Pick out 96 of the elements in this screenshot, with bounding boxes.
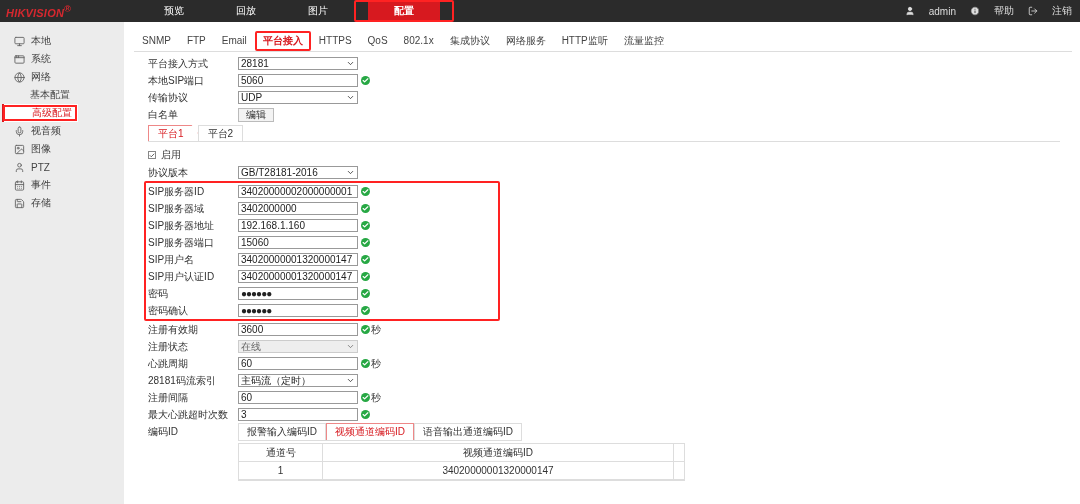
input-field[interactable]: 3600 [238,323,358,336]
edit-button[interactable]: 编辑 [238,107,274,122]
select-field[interactable]: UDP [238,91,358,104]
input-field[interactable]: 15060 [238,236,358,249]
settings-tab[interactable]: 集成协议 [441,30,498,51]
field-label: 心跳周期 [148,356,189,371]
settings-tab[interactable]: HTTP监听 [553,30,616,51]
help-link[interactable]: 帮助 [994,4,1014,18]
sidebar-item[interactable]: 事件 [0,176,124,194]
input-field[interactable]: 3 [238,408,358,421]
sidebar-item[interactable]: 系统 [0,50,124,68]
field-label: SIP服务器ID [148,184,206,199]
field-label: 白名单 [148,107,179,122]
input-field[interactable]: 60 [238,391,358,404]
input-field[interactable]: 5060 [238,74,358,87]
chevron-down-icon [346,59,355,68]
field-label: 注册状态 [148,339,189,354]
code-tab[interactable]: 报警输入编码ID [238,422,326,440]
sidebar-item[interactable]: 存储 [0,194,124,212]
settings-tab[interactable]: 平台接入 [254,30,311,51]
input-field[interactable]: 192.168.1.160 [238,219,358,232]
user-name: admin [928,5,956,17]
field-label: SIP用户认证ID [148,269,216,284]
nav-tab[interactable]: 回放 [210,0,282,22]
calendar-icon [14,179,25,191]
settings-tab[interactable]: SNMP [134,30,179,51]
settings-tab[interactable]: 网络服务 [497,30,554,51]
code-tab[interactable]: 语音输出通道编码ID [414,422,522,440]
logout-link[interactable]: 注销 [1052,4,1072,18]
chevron-down-icon [346,93,355,102]
platform-tab[interactable]: 平台1 [148,125,198,141]
field-label: 28181码流索引 [148,373,217,388]
select-field[interactable]: 主码流（定时） [238,374,358,387]
field-label: 注册间隔 [148,390,189,405]
logout-icon[interactable] [1028,6,1038,16]
nav-tab[interactable]: 预览 [138,0,210,22]
sidebar-item[interactable]: PTZ [0,158,124,176]
password-field[interactable]: ●●●●●● [238,304,358,317]
user-icon [904,6,915,16]
chevron-down-icon [346,342,355,351]
settings-tab[interactable]: 802.1x [395,30,442,51]
settings-tab[interactable]: FTP [178,30,214,51]
select-field[interactable]: GB/T28181-2016 [238,166,358,179]
image-icon [14,143,25,155]
input-field[interactable]: 34020000001320000147 [238,253,358,266]
code-tab[interactable]: 视频通道编码ID [326,422,414,440]
nav-tab[interactable]: 图片 [282,0,354,22]
person-icon [14,161,25,173]
input-field[interactable]: 34020000001320000147 [238,270,358,283]
settings-tab[interactable]: HTTPS [310,30,360,51]
column-header: 通道号 [239,444,323,461]
window-icon [14,53,25,65]
unit-label: 秒 [371,390,381,405]
input-field[interactable]: 3402000000 [238,202,358,215]
checkbox-label: 启用 [161,148,181,162]
input-field[interactable]: 60 [238,357,358,370]
field-label: SIP服务器域 [148,201,206,216]
unit-label: 秒 [371,322,381,337]
field-label: 最大心跳超时次数 [148,407,229,422]
sidebar-item[interactable]: 视音频 [0,122,124,140]
field-label: 注册有效期 [148,322,199,337]
unit-label: 秒 [371,356,381,371]
sidebar-subitem[interactable]: 基本配置 [0,86,124,104]
field-label: 密码确认 [148,303,189,318]
chevron-down-icon [346,376,355,385]
sidebar-item[interactable]: 本地 [0,32,124,50]
platform-tab[interactable]: 平台2 [197,125,244,141]
logo: HIKVISION$^{®}$ [6,3,72,19]
sidebar-subitem[interactable]: 高级配置 [2,104,78,122]
settings-tab[interactable]: QoS [359,30,396,51]
field-label: SIP服务器端口 [148,235,216,250]
nav-tab[interactable]: 配置 [354,0,454,22]
field-label: 传输协议 [148,90,189,105]
chevron-down-icon [346,168,355,177]
settings-tab[interactable]: 流量监控 [615,30,672,51]
password-field[interactable]: ●●●●●● [238,287,358,300]
input-field[interactable]: 34020000002000000001 [238,185,358,198]
globe-icon [14,71,25,83]
select-field[interactable]: 28181 [238,57,358,70]
field-label: 协议版本 [148,165,189,180]
sidebar-item[interactable]: 网络 [0,68,124,86]
table-cell: 1 [239,462,323,479]
field-label: SIP用户名 [148,252,196,267]
sidebar-item[interactable]: 图像 [0,140,124,158]
field-label: 密码 [148,286,169,301]
table-cell: 34020000001320000147 [323,462,674,479]
settings-tab[interactable]: Email [213,30,255,51]
field-label: SIP服务器地址 [148,218,216,233]
info-icon[interactable] [970,6,980,16]
field-label: 本地SIP端口 [148,73,206,88]
field-label: 平台接入方式 [148,56,209,71]
column-header: 视频通道编码ID [323,444,674,461]
field-label: 编码ID [148,424,179,439]
microphone-icon [14,125,25,137]
checkbox[interactable] [148,151,156,159]
monitor-icon [14,35,25,47]
